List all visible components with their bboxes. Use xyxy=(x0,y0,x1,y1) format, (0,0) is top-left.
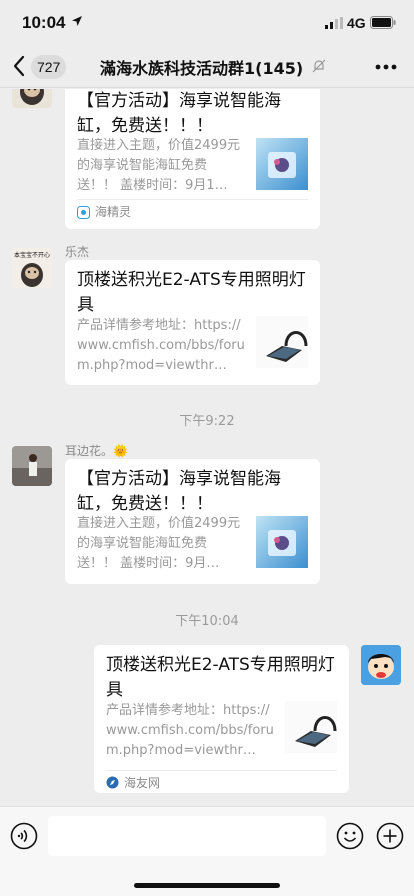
signal-icon xyxy=(325,17,343,29)
location-arrow-icon xyxy=(72,16,82,26)
avatar-caption: 本宝宝不开心 xyxy=(13,252,50,259)
card-divider xyxy=(77,199,308,200)
time-divider: 下午10:04 xyxy=(175,614,239,629)
card-thumbnail xyxy=(256,138,308,190)
chat-area[interactable]: 【官方活动】海享说智能海缸，免费送！！！ 直接进入主题，价值2499元的海享说智… xyxy=(0,89,414,806)
avatar[interactable] xyxy=(12,446,52,486)
link-card[interactable]: 【官方活动】海享说智能海缸，免费送！！！ 直接进入主题，价值2499元的海享说智… xyxy=(65,89,320,229)
home-indicator xyxy=(134,883,280,888)
card-description: 产品详情参考地址：https://www.cmfish.com/bbs/foru… xyxy=(77,318,245,373)
card-description: 直接进入主题，价值2499元的海享说智能海缸免费送！！ 盖楼时间：9月1… xyxy=(77,138,241,193)
link-card[interactable]: 顶楼送积光E2-ATS专用照明灯具 产品详情参考地址：https://www.c… xyxy=(94,645,349,793)
battery-icon xyxy=(370,16,396,29)
card-description: 产品详情参考地址：https://www.cmfish.com/bbs/foru… xyxy=(106,703,274,758)
status-time: 10:04 xyxy=(22,13,66,32)
input-bar xyxy=(0,806,414,896)
sender-name: 乐杰 xyxy=(65,245,90,259)
card-title: 顶楼送积光E2-ATS专用照明灯具 xyxy=(106,655,335,700)
back-chevron-icon[interactable] xyxy=(12,55,26,77)
link-card[interactable]: 【官方活动】海享说智能海缸，免费送！！！ 直接进入主题，价值2499元的海享说智… xyxy=(65,459,320,584)
voice-input-icon[interactable] xyxy=(10,822,38,850)
emoji-icon[interactable] xyxy=(336,822,364,850)
card-title: 【官方活动】海享说智能海缸，免费送！！！ xyxy=(77,91,281,136)
card-thumbnail xyxy=(285,701,337,753)
card-description: 直接进入主题，价值2499元的海享说智能海缸免费送！！ 盖楼时间：9月… xyxy=(77,516,241,571)
card-title: 顶楼送积光E2-ATS专用照明灯具 xyxy=(77,270,306,315)
card-title: 【官方活动】海享说智能海缸，免费送！！！ xyxy=(77,469,281,514)
more-options-icon[interactable] xyxy=(375,64,397,70)
card-divider xyxy=(106,770,337,771)
compass-icon xyxy=(106,776,119,789)
plus-icon[interactable] xyxy=(376,822,404,850)
avatar[interactable] xyxy=(12,89,52,108)
card-thumbnail xyxy=(256,516,308,568)
status-bar: 10:04 4G xyxy=(0,0,414,44)
message-input[interactable] xyxy=(48,816,326,856)
time-divider: 下午9:22 xyxy=(179,414,235,429)
mute-bell-icon xyxy=(312,59,326,73)
network-type: 4G xyxy=(347,15,366,31)
mini-program-icon xyxy=(77,206,90,219)
link-card[interactable]: 顶楼送积光E2-ATS专用照明灯具 产品详情参考地址：https://www.c… xyxy=(65,260,320,385)
chat-title: 滿海水族科技活动群1(145) xyxy=(100,59,304,78)
card-thumbnail xyxy=(256,316,308,368)
sender-name: 耳边花。🌞 xyxy=(65,444,128,458)
unread-count-badge[interactable]: 727 xyxy=(31,55,67,79)
card-source: 海精灵 xyxy=(95,205,132,219)
nav-bar: 727 滿海水族科技活动群1(145) xyxy=(0,44,414,88)
card-source: 海友网 xyxy=(124,776,161,790)
self-avatar[interactable] xyxy=(361,645,401,685)
avatar[interactable]: 本宝宝不开心 xyxy=(12,248,52,288)
